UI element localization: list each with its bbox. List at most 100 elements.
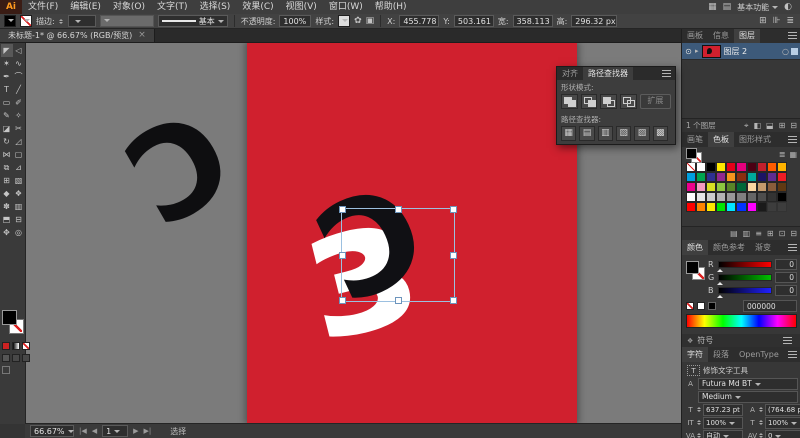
fill-stroke-proxy[interactable] bbox=[2, 310, 24, 336]
swatch[interactable] bbox=[695, 192, 706, 202]
menu-item[interactable]: 对象(O) bbox=[107, 0, 151, 14]
r-slider[interactable] bbox=[717, 261, 772, 272]
tab-info[interactable]: 信息 bbox=[708, 28, 734, 43]
swatch[interactable] bbox=[746, 202, 757, 212]
swatch[interactable] bbox=[726, 172, 737, 182]
artboard-tool[interactable]: ⬒ bbox=[1, 213, 13, 226]
merge-button[interactable]: ▥ bbox=[597, 126, 613, 141]
recolor-artwork-icon[interactable]: ✿ bbox=[354, 16, 362, 26]
line-segment-tool[interactable]: ╱ bbox=[13, 83, 25, 96]
stroke-weight-field[interactable] bbox=[67, 15, 96, 27]
minus-front-button[interactable] bbox=[580, 94, 598, 109]
swatch-kinds-icon[interactable]: ▥ bbox=[743, 229, 751, 238]
white-swatch-icon[interactable] bbox=[697, 302, 705, 310]
draw-inside-icon[interactable] bbox=[22, 354, 30, 362]
menu-item[interactable]: 效果(C) bbox=[236, 0, 279, 14]
style-swatch[interactable] bbox=[338, 15, 351, 27]
hand-tool[interactable]: ✥ bbox=[1, 226, 13, 239]
minus-back-button[interactable]: ▩ bbox=[652, 126, 668, 141]
fill-stroke-proxy-small[interactable] bbox=[686, 148, 702, 163]
swatch[interactable] bbox=[716, 182, 727, 192]
hex-field[interactable]: 000000 bbox=[743, 300, 797, 312]
pen-tool[interactable]: ✒ bbox=[1, 70, 13, 83]
shaper-tool[interactable]: ✧ bbox=[13, 109, 25, 122]
swatch[interactable] bbox=[695, 172, 706, 182]
stroke-weight-stepper[interactable] bbox=[58, 17, 64, 26]
unite-button[interactable] bbox=[561, 94, 578, 109]
swatch[interactable] bbox=[716, 162, 727, 172]
new-color-group-icon[interactable]: ⊞ bbox=[767, 229, 774, 238]
none-mode-icon[interactable] bbox=[22, 342, 30, 350]
handle-mid-left[interactable] bbox=[339, 252, 346, 259]
direct-selection-tool[interactable]: ◁ bbox=[13, 44, 25, 57]
symbols-header[interactable]: ❖ 符号 bbox=[682, 334, 800, 348]
swatch[interactable] bbox=[685, 162, 696, 172]
delete-icon[interactable]: ⊟ bbox=[790, 121, 797, 131]
tab-pathfinder[interactable]: 路径查找器 bbox=[583, 67, 633, 80]
color-mode-icon[interactable] bbox=[2, 342, 10, 350]
h-field[interactable]: 296.32 px bbox=[571, 15, 618, 27]
swatch[interactable] bbox=[736, 202, 747, 212]
handle-top-mid[interactable] bbox=[395, 206, 402, 213]
close-document-icon[interactable]: × bbox=[138, 30, 146, 40]
outline-button[interactable]: ▨ bbox=[634, 126, 650, 141]
leading-field[interactable]: (764.68 pt bbox=[765, 403, 800, 416]
swatch[interactable] bbox=[695, 162, 706, 172]
swatch[interactable] bbox=[736, 172, 747, 182]
swatch[interactable] bbox=[716, 202, 727, 212]
screen-mode-icon[interactable] bbox=[2, 366, 10, 374]
swatch[interactable] bbox=[695, 182, 706, 192]
trim-button[interactable]: ▤ bbox=[579, 126, 595, 141]
menu-item[interactable]: 窗口(W) bbox=[323, 0, 369, 14]
locate-object-icon[interactable]: ⌖ bbox=[744, 121, 749, 131]
column-graph-tool[interactable]: ▥ bbox=[13, 200, 25, 213]
curvature-tool[interactable]: ⌒ bbox=[13, 70, 25, 83]
tracking-field[interactable]: 0 bbox=[765, 429, 800, 438]
slice-tool[interactable]: ⊟ bbox=[13, 213, 25, 226]
swatch[interactable] bbox=[777, 192, 788, 202]
panel-menu-icon[interactable] bbox=[788, 136, 797, 143]
swatch[interactable] bbox=[726, 162, 737, 172]
magic-wand-tool[interactable]: ✶ bbox=[1, 57, 13, 70]
slider-marker[interactable] bbox=[717, 279, 723, 285]
handle-top-left[interactable] bbox=[339, 206, 346, 213]
swatch[interactable] bbox=[767, 172, 778, 182]
last-artboard-icon[interactable]: ▶| bbox=[144, 427, 152, 435]
tab-artboards[interactable]: 画板 bbox=[682, 28, 708, 43]
width-tool[interactable]: ⋈ bbox=[1, 148, 13, 161]
slider-marker[interactable] bbox=[717, 266, 723, 272]
grid-view-icon[interactable]: ▦ bbox=[789, 150, 797, 159]
swatch[interactable] bbox=[746, 162, 757, 172]
b-value-field[interactable]: 0 bbox=[775, 285, 797, 296]
swatch[interactable] bbox=[767, 162, 778, 172]
menu-item[interactable]: 选择(S) bbox=[194, 0, 237, 14]
selection-indicator[interactable] bbox=[791, 47, 798, 55]
zoom-tool[interactable]: ◎ bbox=[13, 226, 25, 239]
gradient-mode-icon[interactable] bbox=[12, 342, 20, 350]
opacity-field[interactable]: 100% bbox=[279, 15, 312, 27]
swatch[interactable] bbox=[746, 192, 757, 202]
swatch[interactable] bbox=[767, 192, 778, 202]
make-clip-mask-icon[interactable]: ◧ bbox=[753, 121, 761, 131]
new-layer-icon[interactable]: ⊞ bbox=[779, 121, 786, 131]
handle-bottom-left[interactable] bbox=[339, 297, 346, 304]
tab-align[interactable]: 对齐 bbox=[557, 67, 583, 80]
y-field[interactable]: 503.161 bbox=[453, 15, 494, 27]
document-tab[interactable]: 未标题-1* @ 66.67% (RGB/预览) × bbox=[0, 28, 155, 42]
prev-artboard-icon[interactable]: ◀ bbox=[92, 427, 97, 435]
arrange-documents-icon[interactable]: ▤ bbox=[723, 2, 732, 12]
tab-paragraph[interactable]: 段落 bbox=[708, 347, 734, 362]
draw-behind-icon[interactable] bbox=[12, 354, 20, 362]
swatch[interactable] bbox=[705, 182, 717, 192]
swatch[interactable] bbox=[736, 192, 747, 202]
app-grid-icon[interactable]: ▦ bbox=[708, 2, 717, 12]
variable-width-profile[interactable] bbox=[99, 15, 154, 27]
handle-bottom-right[interactable] bbox=[450, 297, 457, 304]
swatch[interactable] bbox=[767, 182, 778, 192]
symbol-sprayer-tool[interactable]: ✽ bbox=[1, 200, 13, 213]
selection-tool[interactable]: ◤ bbox=[0, 44, 13, 57]
swatch[interactable] bbox=[746, 182, 757, 192]
selection-bounding-box[interactable] bbox=[339, 206, 457, 304]
r-value-field[interactable]: 0 bbox=[775, 259, 797, 270]
horizontal-scale-field[interactable]: 100% bbox=[765, 416, 800, 429]
